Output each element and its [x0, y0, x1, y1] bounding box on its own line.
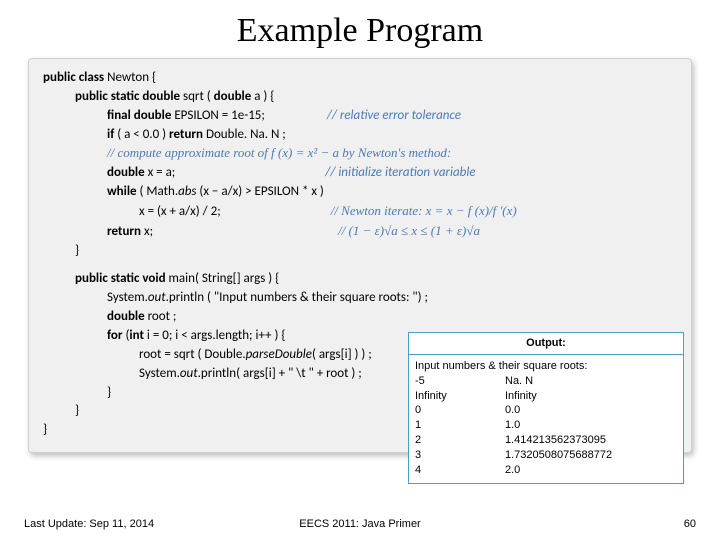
kw: while [107, 184, 137, 199]
comment: // Newton iterate: x = x − f (x)/f '(x) [331, 203, 517, 218]
code-text: x = (x + a/x) / 2; [139, 204, 221, 219]
code-text: root = sqrt ( Double. [139, 347, 246, 362]
kw: for [107, 328, 123, 343]
code-text: } [43, 422, 47, 437]
code-text: } [75, 243, 79, 258]
comment: // relative error tolerance [327, 108, 461, 123]
output-in: 3 [415, 448, 505, 463]
code-text: main( String[] args ) { [166, 271, 280, 286]
comment: // compute approximate root of f (x) = x… [107, 145, 451, 160]
code-text: } [107, 385, 111, 400]
code-text: EPSILON = 1e-15; [171, 108, 264, 123]
comment: // (1 − ε)√a ≤ x ≤ (1 + ε)√a [338, 223, 480, 238]
code-text: } [75, 403, 79, 418]
code-text: root ; [145, 309, 177, 324]
output-title: Output: [409, 333, 683, 355]
code-text: .println ( "Input numbers & their square… [166, 290, 428, 305]
code-text: i = 0; i < args.length; i++ ) { [144, 328, 285, 343]
output-in: 2 [415, 433, 505, 448]
kw: return [169, 127, 203, 142]
output-out: 1.414213562373095 [505, 433, 606, 448]
kw: return [107, 224, 141, 239]
output-row: 11.0 [415, 418, 677, 433]
output-in: 1 [415, 418, 505, 433]
code-text: ( a < 0.0 ) [114, 127, 169, 142]
comment: // initialize iteration variable [325, 165, 475, 180]
output-header: Input numbers & their square roots: [415, 359, 677, 374]
code-text: Newton { [104, 70, 156, 85]
output-out: 0.0 [505, 403, 520, 418]
footer: Last Update: Sep 11, 2014 EECS 2011: Jav… [0, 518, 720, 530]
slide-title: Example Program [0, 0, 720, 58]
output-row: -5Na. N [415, 374, 677, 389]
kw: double [214, 89, 252, 104]
output-in: 0 [415, 403, 505, 418]
code-text: abs [178, 184, 196, 199]
code-text: .println( args[i] + " \t " + root ) ; [198, 366, 362, 381]
output-row: 42.0 [415, 463, 677, 478]
kw: final double [107, 108, 171, 123]
code-text: ( Math. [137, 184, 179, 199]
output-row: 00.0 [415, 403, 677, 418]
slide-number: 60 [684, 518, 696, 530]
code-text: (x − a/x) > EPSILON * x ) [196, 184, 323, 199]
footer-center: EECS 2011: Java Primer [0, 518, 720, 530]
code-text: a ) { [251, 89, 274, 104]
output-row: 21.414213562373095 [415, 433, 677, 448]
code-text: out [180, 366, 198, 381]
output-row: 31.7320508075688772 [415, 448, 677, 463]
kw: public class [43, 70, 104, 85]
output-box: Output: Input numbers & their square roo… [408, 332, 684, 484]
kw: double [107, 165, 145, 180]
output-out: 1.0 [505, 418, 520, 433]
kw: public static double [75, 89, 180, 104]
output-out: Infinity [505, 389, 537, 404]
output-in: 4 [415, 463, 505, 478]
output-row: InfinityInfinity [415, 389, 677, 404]
kw: int [129, 328, 144, 343]
code-text: parseDouble [246, 347, 312, 362]
output-out: 1.7320508075688772 [505, 448, 612, 463]
code-text: sqrt ( [180, 89, 214, 104]
output-in: -5 [415, 374, 505, 389]
output-out: Na. N [505, 374, 533, 389]
output-out: 2.0 [505, 463, 520, 478]
kw: double [107, 309, 145, 324]
code-text: System. [107, 290, 148, 305]
code-text: Double. Na. N ; [203, 127, 286, 142]
code-text: ( args[i] ) ) ; [312, 347, 372, 362]
code-text: x; [141, 224, 153, 239]
code-text: System. [139, 366, 180, 381]
kw: public static void [75, 271, 166, 286]
code-text: out [148, 290, 166, 305]
code-text: x = a; [145, 165, 176, 180]
output-in: Infinity [415, 389, 505, 404]
